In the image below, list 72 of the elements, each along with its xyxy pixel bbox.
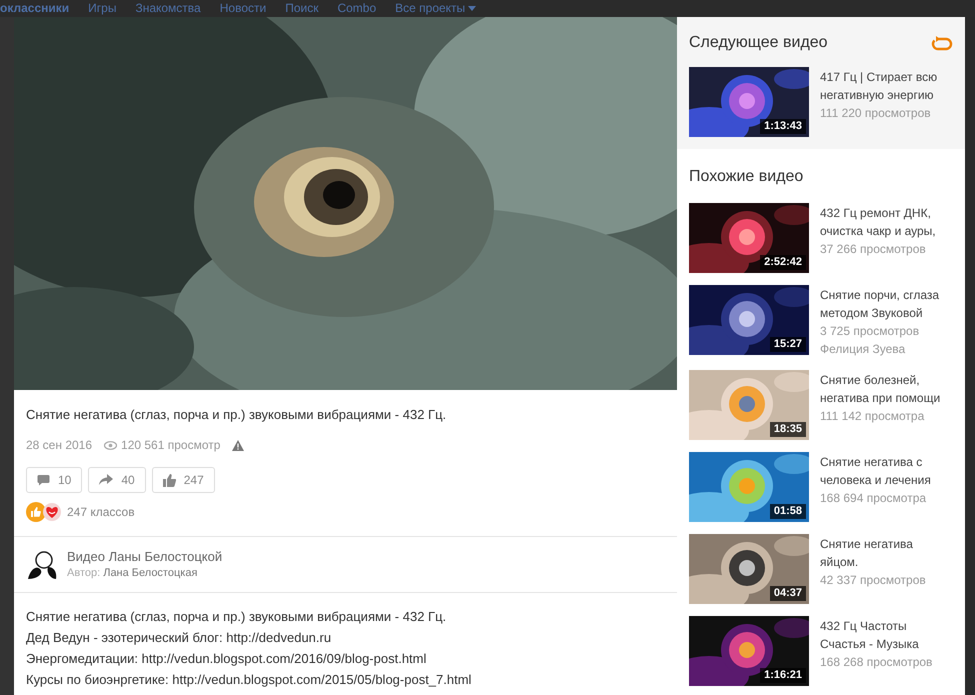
video-duration: 01:58: [770, 504, 806, 519]
description-link[interactable]: http://vedun.blogspot.com/2015/05/blog-post_7.html: [172, 672, 472, 687]
nav-link[interactable]: Знакомства: [135, 1, 201, 16]
video-title: яйцом.: [820, 554, 860, 571]
share-button[interactable]: 40: [88, 467, 146, 493]
video-duration: 15:27: [770, 337, 806, 352]
description-line: Энергомедитации: http://vedun.blogspot.com/2016/09/blog-post.html: [26, 650, 428, 668]
view-count: 111 142 просмотра: [820, 408, 926, 425]
nav-link[interactable]: Игры: [88, 1, 116, 16]
video-item[interactable]: 1:13:43 417 Гц | Стирает всю негативную энергию 111 220 просмотров: [689, 67, 953, 137]
video-title: 432 Гц Частоты: [820, 618, 908, 635]
description-line: Снятие негатива (сглаз, порча и пр.) звуковыми вибрациями - 432 Гц.: [26, 608, 448, 626]
author-name[interactable]: Лана Белостоцкая: [103, 567, 198, 579]
video-item[interactable]: 15:27 Снятие порчи, сглаза методом Звуковой 3 725 просмотров Фелиция Зуева: [689, 285, 953, 358]
nav-link[interactable]: Новости: [220, 1, 266, 16]
author-label: Автор:: [67, 567, 100, 579]
video-title: 432 Гц ремонт ДНК,: [820, 205, 932, 222]
comment-button[interactable]: 10: [26, 467, 82, 493]
video-duration: 1:16:21: [760, 668, 806, 683]
likes-count[interactable]: 247 классов: [67, 503, 135, 521]
video-title: Снятие болезней,: [820, 372, 921, 389]
video-title: Снятие негатива: [820, 536, 914, 553]
nav-link[interactable]: Combo: [337, 1, 376, 16]
view-count: 120 561 просмотр: [121, 437, 220, 454]
video-duration: 1:13:43: [760, 119, 806, 134]
view-count: 3 725 просмотров: [820, 323, 920, 340]
video-title: 417 Гц | Стирает всю: [820, 69, 938, 86]
video-title: Снятие негатива с: [820, 454, 924, 471]
repeat-icon[interactable]: [931, 35, 953, 51]
video-duration: 04:37: [770, 586, 806, 601]
video-duration: 18:35: [770, 422, 806, 437]
thumbs-up-icon: [26, 502, 46, 522]
video-item[interactable]: 18:35 Снятие болезней, негатива при помощи 111 142 просмотра: [689, 370, 953, 440]
video-duration: 2:52:42: [760, 255, 806, 270]
nav-link[interactable]: оклассники: [0, 1, 70, 16]
section-heading: Похожие видео: [689, 167, 804, 187]
video-item[interactable]: 2:52:42 432 Гц ремонт ДНК, очистка чакр и ауры, 37 266 просмотров: [689, 203, 953, 273]
view-count: 168 694 просмотра: [820, 490, 928, 507]
upload-date: 28 сен 2016: [26, 437, 92, 454]
comment-icon: [37, 474, 50, 486]
thumbs-up-icon: [162, 474, 176, 486]
video-title: Снятие порчи, сглаза: [820, 287, 940, 304]
nav-link[interactable]: Все проекты: [395, 1, 476, 16]
video-title: методом Звуковой: [820, 305, 924, 322]
view-count: 168 268 просмотров: [820, 654, 932, 671]
video-item[interactable]: 01:58 Снятие негатива с человека и лечения 168 694 просмотра: [689, 452, 953, 522]
video-title: Счастья - Музыка: [820, 636, 920, 653]
video-item[interactable]: 1:16:21 432 Гц Частоты Счастья - Музыка 168 268 просмотров: [689, 616, 953, 686]
video-title: негативную энергию: [820, 87, 935, 104]
description-link[interactable]: http://vedun.blogspot.com/2016/09/blog-post.html: [142, 651, 426, 666]
warning-icon[interactable]: [232, 440, 244, 450]
author-name: Фелиция Зуева: [820, 341, 906, 358]
avatar-drawing: [26, 548, 58, 580]
video-title: человека и лечения: [820, 472, 931, 489]
description-line: Курсы по биоэнргетике: http://vedun.blogspot.com/2015/05/blog-post_7.html: [26, 671, 472, 689]
video-title: Снятие негатива (сглаз, порча и пр.) звуковыми вибрациями - 432 Гц.: [26, 406, 448, 424]
view-count: 37 266 просмотров: [820, 241, 927, 258]
description-line: Дед Ведун - эзотерический блог: http://dedvedun.ru: [26, 629, 332, 647]
share-arrow-icon: [99, 474, 114, 486]
video-title: очистка чакр и ауры,: [820, 223, 936, 240]
description-link[interactable]: http://dedvedun.ru: [226, 630, 332, 645]
channel-name[interactable]: Видео Ланы Белостоцкой: [67, 548, 222, 565]
nav-link[interactable]: Поиск: [285, 1, 318, 16]
video-title: негатива при помощи: [820, 390, 940, 407]
video-item[interactable]: 04:37 Снятие негатива яйцом. 42 337 просмотров: [689, 534, 953, 604]
like-button[interactable]: 247: [152, 467, 215, 493]
section-heading: Следующее видео: [689, 33, 828, 53]
heart-smiley-icon: [43, 502, 61, 522]
view-count: 111 220 просмотров: [820, 105, 932, 122]
caret-icon: [468, 6, 476, 12]
eye-icon: [104, 440, 118, 450]
view-count: 42 337 просмотров: [820, 572, 926, 589]
